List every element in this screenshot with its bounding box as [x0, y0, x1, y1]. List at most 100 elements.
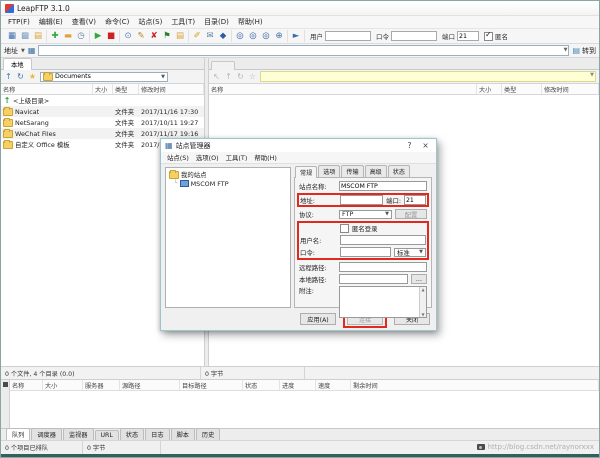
refresh-icon[interactable]: ↻ [16, 72, 25, 82]
folder-open-icon[interactable]: ▤ [175, 31, 185, 41]
remote-path-bar[interactable]: ▼ [260, 71, 596, 82]
menu-item[interactable]: 帮助(H) [234, 16, 267, 28]
column-header[interactable]: 名称 [10, 380, 43, 390]
dialog-menu-item[interactable]: 站点(S) [164, 153, 192, 162]
bottom-tab[interactable]: 脚本 [171, 428, 195, 440]
local-path-combo[interactable]: Documents ▼ [40, 72, 168, 82]
column-header[interactable]: 大小 [477, 84, 502, 94]
menu-item[interactable]: 编辑(E) [35, 16, 67, 28]
mail-icon[interactable]: ✉ [205, 31, 215, 41]
column-header[interactable]: 类型 [113, 84, 139, 94]
column-header[interactable]: 服务器 [83, 380, 120, 390]
schedule-icon[interactable]: ◷ [76, 31, 86, 41]
address-input[interactable] [340, 195, 383, 205]
bottom-tab[interactable]: 日志 [145, 428, 169, 440]
flag-icon[interactable]: ⚑ [162, 31, 172, 41]
find-next-icon[interactable]: ◎ [248, 31, 258, 41]
stop-transfer-icon[interactable]: ■ [106, 31, 116, 41]
address-input[interactable]: ▼ [38, 45, 569, 56]
help-button[interactable]: ? [403, 140, 416, 151]
configure-button[interactable]: 配置 [395, 209, 427, 219]
column-header[interactable]: 大小 [43, 380, 83, 390]
dialog-tab[interactable]: 选项 [318, 165, 340, 177]
column-header[interactable]: 源路径 [120, 380, 180, 390]
search-icon[interactable]: ⊙ [123, 31, 133, 41]
disconnect-icon[interactable]: ↖ [212, 72, 221, 82]
scrollbar[interactable]: ▲▼ [419, 287, 426, 317]
menu-item[interactable]: 工具(T) [167, 16, 199, 28]
site-name-input[interactable] [339, 181, 427, 191]
tree-site-item[interactable]: └ MSCOM FTP [174, 179, 287, 188]
bottom-tab[interactable]: 监视器 [63, 428, 94, 440]
anonymous-checkbox[interactable] [340, 224, 349, 233]
close-icon[interactable]: × [419, 140, 432, 151]
site-manager-icon[interactable]: ▦ [7, 31, 17, 41]
anonymous-checkbox[interactable] [484, 32, 493, 41]
file-row[interactable]: ↑<上级目录> [1, 95, 204, 106]
bottom-tab[interactable]: 历史 [196, 428, 220, 440]
column-header[interactable]: 名称 [209, 84, 477, 94]
file-row[interactable]: Navicat文件夹2017/11/16 17:30 [1, 106, 204, 117]
menu-item[interactable]: 目录(D) [200, 16, 233, 28]
menu-item[interactable]: 站点(S) [134, 16, 166, 28]
globe-icon[interactable]: ⊕ [274, 31, 284, 41]
notes-textarea[interactable]: ▲▼ [339, 286, 427, 318]
start-transfer-icon[interactable]: ▶ [93, 31, 103, 41]
dialog-tab[interactable]: 状态 [388, 165, 410, 177]
favorites-icon[interactable]: ★ [28, 72, 37, 82]
find-icon[interactable]: ◎ [235, 31, 245, 41]
column-header[interactable]: 目标路径 [180, 380, 243, 390]
password-mode-select[interactable]: 标准 ▼ [394, 248, 426, 257]
add-icon[interactable]: ✚ [50, 31, 60, 41]
file-row[interactable]: NetSarang文件夹2017/10/11 19:27 [1, 117, 204, 128]
column-header[interactable]: 名称 [1, 84, 93, 94]
refresh-icon[interactable]: ↻ [236, 72, 245, 82]
username-input[interactable] [340, 235, 426, 245]
bottom-tab[interactable]: 队列 [6, 428, 30, 440]
protocol-select[interactable]: FTP ▼ [339, 210, 392, 219]
chevron-down-icon[interactable]: ▼ [161, 74, 165, 80]
remove-icon[interactable]: ▬ [63, 31, 73, 41]
menu-item[interactable]: FTP(F) [4, 17, 34, 27]
apply-button[interactable]: 应用(A) [300, 313, 336, 325]
dialog-menu-item[interactable]: 帮助(H) [251, 153, 280, 162]
password-input[interactable] [391, 31, 437, 41]
queue-grip-icon[interactable] [3, 382, 8, 387]
user-input[interactable] [325, 31, 371, 41]
menu-item[interactable]: 查看(V) [68, 16, 100, 28]
dialog-menu-item[interactable]: 选项(O) [193, 153, 222, 162]
local-path-input[interactable] [339, 274, 408, 284]
local-tab[interactable]: 本地 [3, 58, 32, 70]
delete-icon[interactable]: ✘ [149, 31, 159, 41]
tree-root-my-sites[interactable]: 我的站点 [169, 170, 287, 179]
go-button[interactable]: ▤ 转到 [572, 46, 596, 56]
browse-button[interactable]: ... [411, 274, 427, 284]
menu-item[interactable]: 命令(C) [101, 16, 133, 28]
bottom-tab[interactable]: 调度器 [31, 428, 62, 440]
dialog-tab[interactable]: 传输 [341, 165, 363, 177]
find-all-icon[interactable]: ◎ [261, 31, 271, 41]
address-input-caret-icon[interactable]: ▼ [564, 47, 568, 53]
edit-icon[interactable]: ✎ [136, 31, 146, 41]
dialog-tab[interactable]: 高级 [365, 165, 387, 177]
dialog-menu-item[interactable]: 工具(T) [223, 153, 251, 162]
column-header[interactable]: 进度 [280, 380, 316, 390]
up-level-icon[interactable]: ↑ [224, 72, 233, 82]
quick-connect-icon[interactable]: ▩ [20, 31, 30, 41]
column-header[interactable]: 剩余时间 [351, 380, 599, 390]
port-input[interactable] [457, 31, 479, 41]
port-input[interactable] [404, 195, 426, 205]
favorites-icon[interactable]: ☆ [248, 72, 257, 82]
bottom-tab[interactable]: URL [95, 430, 119, 440]
queue-icon[interactable]: ◆ [218, 31, 228, 41]
column-header[interactable]: 大小 [93, 84, 113, 94]
remote-tab[interactable] [211, 61, 235, 70]
transfer-mode-icon[interactable]: ► [291, 31, 301, 41]
address-dropdown-icon[interactable]: ▼ [21, 48, 25, 54]
password-input[interactable] [340, 247, 391, 257]
rename-icon[interactable]: ✐ [192, 31, 202, 41]
up-level-icon[interactable]: ↑ [4, 72, 13, 82]
folder-icon[interactable]: ▤ [33, 31, 43, 41]
dialog-tab[interactable]: 常规 [295, 166, 317, 178]
column-header[interactable]: 修改时间 [542, 84, 599, 94]
